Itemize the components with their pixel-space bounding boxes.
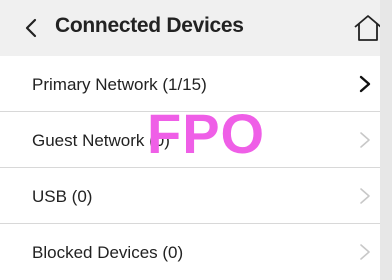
chevron-right-icon [359, 75, 371, 93]
device-category-list: Primary Network (1/15) Guest Network (0)… [0, 56, 380, 280]
list-item-label: USB (0) [32, 187, 93, 206]
list-item-usb[interactable]: USB (0) [0, 168, 380, 224]
chevron-left-icon [25, 18, 37, 38]
list-item-primary-network[interactable]: Primary Network (1/15) [0, 56, 380, 112]
list-item-label: Blocked Devices (0) [32, 243, 184, 262]
chevron-right-icon [360, 188, 370, 204]
header-bar: Connected Devices [0, 0, 380, 56]
back-button[interactable] [20, 17, 42, 39]
chevron-right-icon [360, 244, 370, 260]
chevron-right-icon [360, 132, 370, 148]
list-item-guest-network[interactable]: Guest Network (0) [0, 112, 380, 168]
home-icon [354, 15, 380, 41]
home-button[interactable] [353, 13, 380, 43]
right-gutter [380, 0, 392, 280]
list-item-label: Primary Network (1/15) [32, 75, 207, 94]
connected-devices-screen: Connected Devices Primary Network (1/15)… [0, 0, 380, 280]
page-title: Connected Devices [55, 14, 244, 37]
list-item-label: Guest Network (0) [32, 131, 170, 150]
list-item-blocked-devices[interactable]: Blocked Devices (0) [0, 224, 380, 280]
